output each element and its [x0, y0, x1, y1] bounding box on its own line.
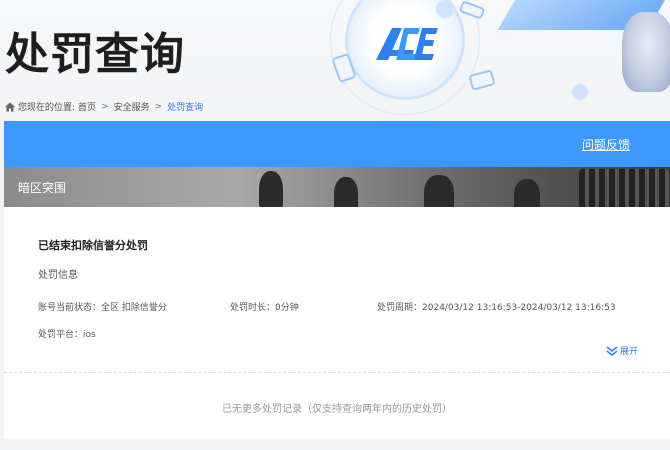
game-name: 暗区突围 — [18, 181, 67, 195]
breadcrumb: 您现在的位置: 首页 > 安全服务 > 处罚查询 — [5, 100, 203, 113]
ace-logo — [376, 28, 438, 60]
breadcrumb-home-link[interactable]: 首页 — [78, 100, 96, 113]
period-label: 处罚周期： — [377, 303, 423, 313]
duration-row: 处罚时长：0分钟 — [230, 300, 299, 313]
no-more-records-text: 已无更多处罚记录（仅支持查询两年内的历史处罚） — [222, 404, 452, 415]
breadcrumb-current: 处罚查询 — [167, 103, 204, 113]
game-banner: 暗区突围 — [4, 167, 670, 207]
record-title: 已结束扣除信誉分处罚 — [38, 239, 148, 252]
decorative-figure — [622, 12, 670, 92]
banner-figure — [424, 175, 454, 207]
penalty-record-card: 已结束扣除信誉分处罚 处罚信息 账号当前状态：全区 扣除信誉分 处罚时长：0分钟… — [4, 207, 670, 373]
home-icon — [5, 102, 15, 111]
list-footer: 已无更多处罚记录（仅支持查询两年内的历史处罚） — [4, 373, 670, 439]
double-chevron-down-icon — [606, 345, 618, 356]
platform-row: 处罚平台：ios — [38, 327, 96, 340]
breadcrumb-prefix: 您现在的位置: — [18, 103, 76, 113]
period-value: 2024/03/12 13:16:53-2024/03/12 13:16:53 — [422, 303, 616, 313]
platform-label: 处罚平台： — [38, 330, 84, 340]
period-row: 处罚周期：2024/03/12 13:16:53-2024/03/12 13:1… — [377, 300, 616, 313]
section-label: 处罚信息 — [38, 270, 78, 281]
duration-value: 0分钟 — [275, 303, 299, 313]
banner-figure — [259, 171, 283, 207]
expand-label: 展开 — [619, 347, 638, 357]
platform-value: ios — [83, 330, 96, 340]
account-status-label: 账号当前状态： — [38, 303, 102, 313]
breadcrumb-separator: > — [154, 101, 163, 112]
decorative-dot — [436, 0, 454, 18]
decorative-dot — [572, 84, 588, 100]
page-header: 处罚查询 您现在的位置: 首页 > 安全服务 > 处罚查询 — [0, 0, 670, 120]
account-status-value: 全区 扣除信誉分 — [101, 303, 167, 313]
banner-structure — [579, 169, 669, 207]
breadcrumb-separator: > — [101, 101, 109, 112]
feedback-link[interactable]: 问题反馈 — [582, 136, 630, 153]
banner-figure — [334, 177, 358, 207]
account-status-row: 账号当前状态：全区 扣除信誉分 — [38, 300, 167, 313]
page-title: 处罚查询 — [5, 29, 185, 80]
expand-button[interactable]: 展开 — [606, 344, 638, 357]
banner-figure — [514, 179, 540, 207]
breadcrumb-security-link[interactable]: 安全服务 — [114, 100, 150, 113]
action-bar: 问题反馈 — [4, 121, 670, 167]
duration-label: 处罚时长： — [230, 303, 276, 313]
